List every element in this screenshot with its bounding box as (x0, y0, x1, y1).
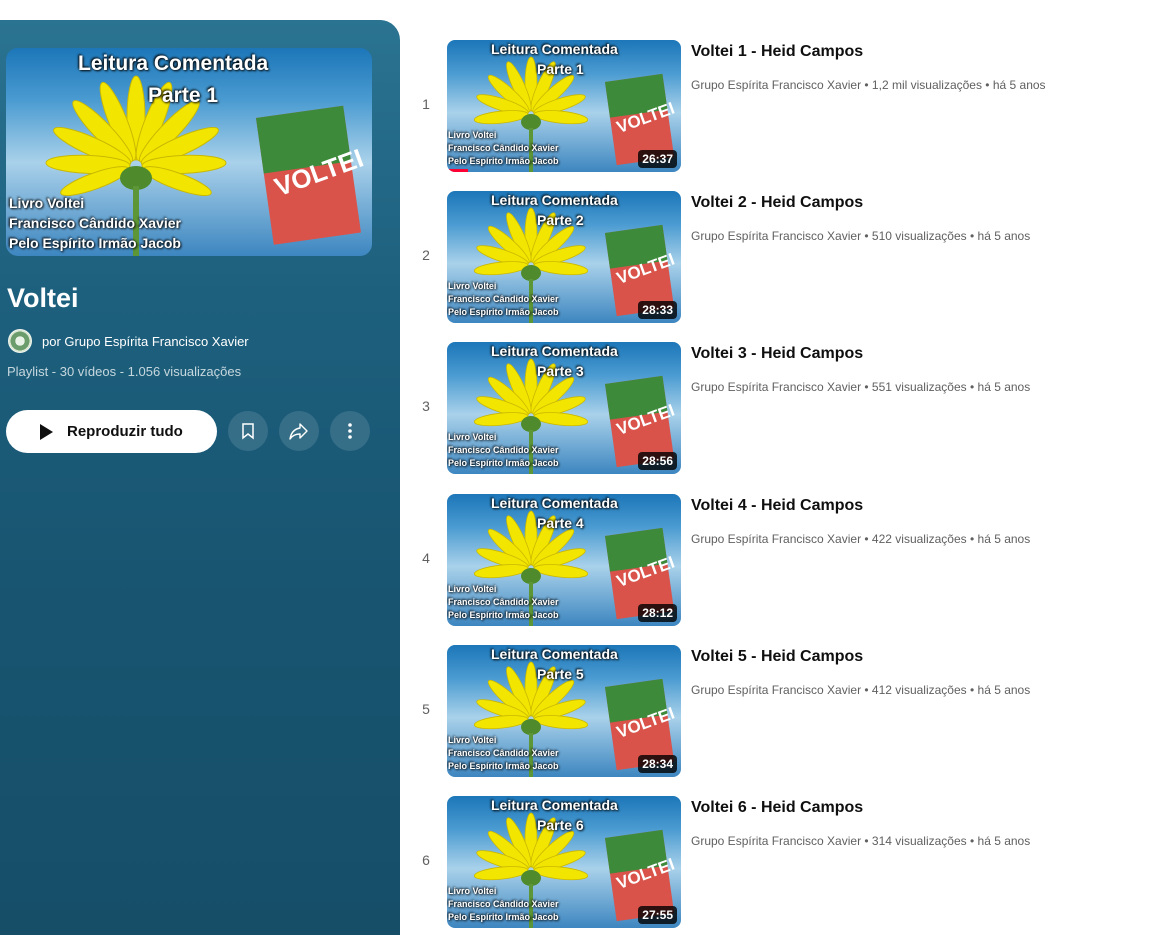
thumb-caption-2: Francisco Cândido Xavier (448, 445, 559, 456)
playlist-video-row[interactable]: 5 VOLTEI Leitura Comentada Parte 5 Livro… (400, 644, 1170, 781)
video-thumbnail[interactable]: VOLTEI Leitura Comentada Parte 2 Livro V… (447, 191, 681, 324)
playlist-header-panel: VOLTEI Leitura Comentada Parte 1 Livro V… (0, 20, 400, 935)
thumb-line2: Parte 2 (537, 212, 584, 229)
watch-progress-bar (447, 169, 469, 172)
video-title[interactable]: Voltei 6 - Heid Campos (691, 799, 863, 817)
duration-badge: 28:34 (638, 754, 677, 773)
duration-badge: 28:12 (638, 603, 677, 622)
thumb-caption-2: Francisco Cândido Xavier (448, 899, 559, 909)
video-meta: Grupo Espírita Francisco Xavier • 1,2 mi… (691, 78, 1046, 92)
more-actions-button[interactable] (330, 411, 370, 451)
thumb-caption-1: Livro Voltei (448, 734, 497, 745)
thumb-line1: Leitura Comentada (491, 192, 618, 209)
thumb-caption-3: Pelo Espírito Irmão Jacob (448, 609, 559, 620)
thumb-line1: Leitura Comentada (491, 343, 618, 360)
thumb-caption-3: Pelo Espírito Irmão Jacob (448, 307, 559, 318)
playlist-video-row[interactable]: 6 VOLTEI Leitura Comentada Parte 6 Livro… (400, 796, 1170, 932)
playlist-video-row[interactable]: 3 VOLTEI Leitura Comentada Parte 3 Livro… (400, 342, 1170, 478)
save-playlist-button[interactable] (228, 411, 268, 451)
duration-badge: 26:37 (638, 150, 677, 168)
thumb-caption-1: Livro Voltei (448, 886, 497, 896)
video-thumbnail[interactable]: VOLTEI Leitura Comentada Parte 6 Livro V… (447, 796, 681, 928)
thumb-caption-1: Livro Voltei (448, 130, 497, 140)
thumb-line2: Parte 4 (537, 514, 584, 531)
thumb-line2: Parte 5 (537, 665, 584, 682)
play-all-label: Reproduzir tudo (67, 423, 183, 440)
playlist-title: Voltei (7, 283, 79, 313)
playlist-stats: Playlist - 30 vídeos - 1.056 visualizaçõ… (7, 364, 242, 379)
share-icon (289, 423, 308, 440)
playlist-video-row[interactable]: 2 VOLTEI Leitura Comentada Parte 2 Livro… (400, 191, 1170, 327)
video-meta: Grupo Espírita Francisco Xavier • 412 vi… (691, 682, 1031, 697)
thumb-line2: Parte 1 (537, 61, 584, 77)
thumb-caption-1: Livro Voltei (448, 432, 497, 443)
video-meta: Grupo Espírita Francisco Xavier • 314 vi… (691, 834, 1031, 848)
share-button[interactable] (279, 411, 319, 451)
video-index: 4 (422, 549, 430, 566)
channel-avatar[interactable] (8, 329, 32, 353)
thumb-caption-2: Francisco Cândido Xavier (448, 294, 559, 305)
cover-caption-3: Pelo Espírito Irmão Jacob (9, 235, 181, 251)
video-index: 6 (422, 852, 430, 868)
video-title[interactable]: Voltei 4 - Heid Campos (691, 497, 863, 515)
duration-badge: 28:33 (638, 301, 677, 320)
thumb-caption-1: Livro Voltei (448, 583, 497, 594)
play-icon (40, 423, 53, 440)
thumb-caption-2: Francisco Cândido Xavier (448, 143, 559, 153)
video-thumbnail[interactable]: VOLTEI Leitura Comentada Parte 5 Livro V… (447, 644, 681, 777)
thumb-line1: Leitura Comentada (491, 41, 618, 57)
video-index: 3 (422, 398, 430, 415)
thumb-caption-3: Pelo Espírito Irmão Jacob (448, 760, 559, 771)
thumb-line2: Parte 6 (537, 817, 584, 833)
thumb-caption-1: Livro Voltei (448, 281, 497, 292)
cover-artwork: VOLTEI Leitura Comentada Parte 1 Livro V… (6, 48, 372, 256)
video-title[interactable]: Voltei 5 - Heid Campos (691, 648, 863, 666)
duration-badge: 28:56 (638, 452, 677, 471)
play-all-button[interactable]: Reproduzir tudo (6, 410, 217, 453)
thumb-caption-3: Pelo Espírito Irmão Jacob (448, 156, 559, 166)
video-index: 2 (422, 247, 430, 264)
cover-line1: Leitura Comentada (78, 52, 269, 75)
cover-caption-1: Livro Voltei (9, 195, 85, 211)
video-meta: Grupo Espírita Francisco Xavier • 422 vi… (691, 531, 1031, 546)
playlist-video-row[interactable]: 4 VOLTEI Leitura Comentada Parte 4 Livro… (400, 493, 1170, 630)
thumb-line1: Leitura Comentada (491, 645, 618, 662)
more-vert-icon (348, 423, 352, 439)
video-index: 1 (422, 96, 430, 112)
video-title[interactable]: Voltei 2 - Heid Campos (691, 194, 863, 212)
owner-name[interactable]: por Grupo Espírita Francisco Xavier (42, 334, 249, 349)
video-thumbnail[interactable]: VOLTEI Leitura Comentada Parte 4 Livro V… (447, 493, 681, 626)
thumb-line1: Leitura Comentada (491, 797, 618, 813)
playlist-owner[interactable]: por Grupo Espírita Francisco Xavier (8, 329, 249, 353)
bookmark-icon (242, 423, 254, 440)
playlist-cover-thumbnail[interactable]: VOLTEI Leitura Comentada Parte 1 Livro V… (6, 48, 372, 256)
thumb-caption-3: Pelo Espírito Irmão Jacob (448, 912, 559, 922)
thumb-caption-2: Francisco Cândido Xavier (448, 747, 559, 758)
thumb-line2: Parte 3 (537, 363, 584, 380)
cover-line2: Parte 1 (148, 84, 219, 107)
thumb-line1: Leitura Comentada (491, 494, 618, 511)
video-thumbnail[interactable]: VOLTEI Leitura Comentada Parte 3 Livro V… (447, 342, 681, 475)
playlist-video-row[interactable]: 1 VOLTEI Leitura Comentada Parte 1 Livro… (400, 40, 1170, 176)
video-index: 5 (422, 700, 430, 717)
video-title[interactable]: Voltei 1 - Heid Campos (691, 43, 863, 61)
thumb-caption-3: Pelo Espírito Irmão Jacob (448, 458, 559, 469)
video-meta: Grupo Espírita Francisco Xavier • 551 vi… (691, 380, 1031, 395)
thumb-caption-2: Francisco Cândido Xavier (448, 596, 559, 607)
video-meta: Grupo Espírita Francisco Xavier • 510 vi… (691, 229, 1031, 244)
video-title[interactable]: Voltei 3 - Heid Campos (691, 345, 863, 363)
video-thumbnail[interactable]: VOLTEI Leitura Comentada Parte 1 Livro V… (447, 40, 681, 172)
cover-caption-2: Francisco Cândido Xavier (9, 215, 181, 231)
duration-badge: 27:55 (638, 906, 677, 924)
